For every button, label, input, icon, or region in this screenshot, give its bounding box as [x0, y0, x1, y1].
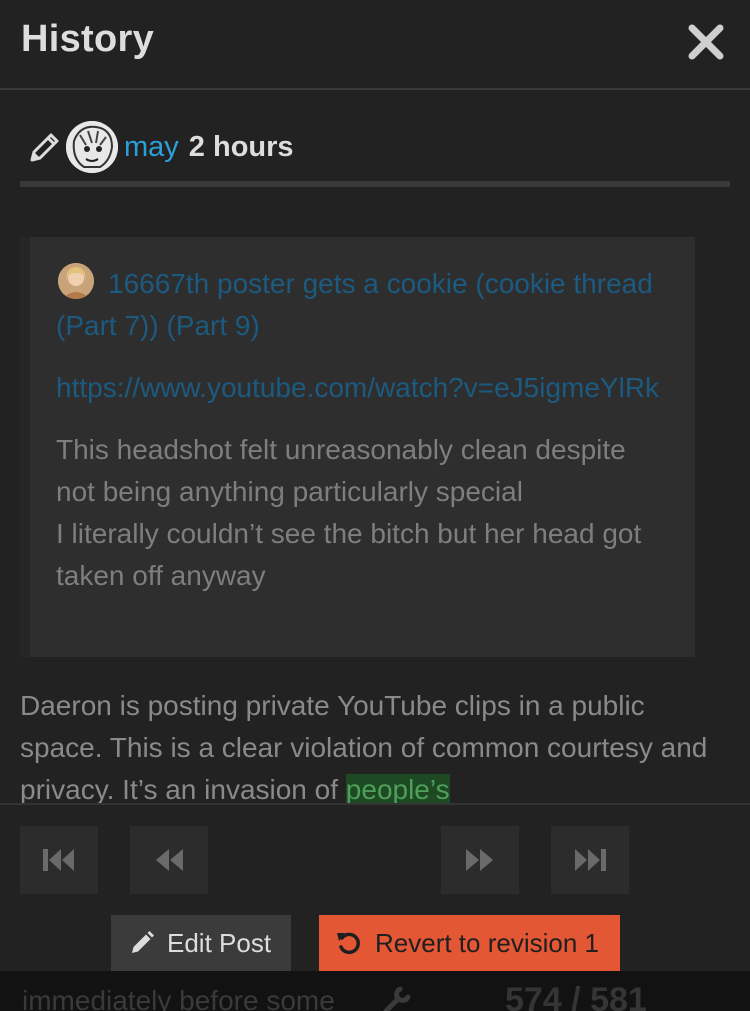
undo-icon	[337, 932, 360, 955]
revision-body[interactable]: 16667th poster gets a cookie (cookie thr…	[0, 187, 750, 803]
edit-post-button[interactable]: Edit Post	[111, 915, 291, 971]
revert-label: Revert to revision 1	[375, 927, 599, 958]
diff-highlight: people’s	[345, 774, 450, 803]
revision-username[interactable]: may	[124, 131, 179, 164]
youtube-link[interactable]: https://www.youtube.com/watch?v=eJ5igmeY…	[56, 367, 669, 409]
quote-block: 16667th poster gets a cookie (cookie thr…	[20, 237, 695, 657]
quote-line: I literally couldn’t see the bitch but h…	[56, 518, 642, 591]
avatar[interactable]	[66, 121, 118, 173]
footer-divider	[0, 803, 750, 805]
modal-header: History	[0, 0, 750, 90]
history-modal: History may 2 hours 16667th poster gets …	[0, 0, 750, 1011]
next-revision-button[interactable]	[441, 826, 519, 894]
skip-first-icon	[43, 849, 74, 871]
quote-topic-link[interactable]: 16667th poster gets a cookie (cookie thr…	[56, 268, 653, 341]
wrench-icon	[383, 986, 411, 1011]
last-revision-button[interactable]	[551, 826, 629, 894]
modal-title: History	[21, 18, 155, 60]
pencil-icon	[30, 133, 59, 162]
pencil-icon	[132, 931, 154, 953]
revision-meta: may 2 hours	[20, 118, 730, 176]
previous-icon	[156, 849, 183, 871]
revert-button[interactable]: Revert to revision 1	[319, 915, 620, 971]
skip-last-icon	[575, 849, 606, 871]
close-icon[interactable]	[686, 22, 726, 62]
quote-line: This headshot felt unreasonably clean de…	[56, 434, 626, 507]
first-revision-button[interactable]	[20, 826, 98, 894]
revision-age: 2 hours	[188, 130, 294, 163]
next-icon	[466, 849, 493, 871]
background-text: immediately before some	[22, 985, 335, 1011]
quote-avatar	[58, 263, 94, 299]
previous-revision-button[interactable]	[130, 826, 208, 894]
background-post-counter: 574 / 581	[505, 981, 647, 1011]
background-page-strip: immediately before some 574 / 581	[0, 971, 750, 1011]
quote-title[interactable]: 16667th poster gets a cookie (cookie thr…	[56, 263, 669, 347]
edit-post-label: Edit Post	[167, 927, 272, 958]
quote-text: This headshot felt unreasonably clean de…	[56, 429, 669, 597]
post-text: Daeron is posting private YouTube clips …	[20, 685, 720, 803]
